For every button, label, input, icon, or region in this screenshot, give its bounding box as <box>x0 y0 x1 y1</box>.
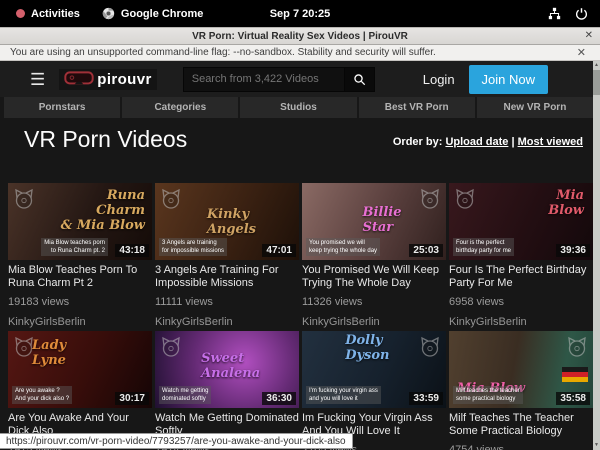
video-grid: Runa Charm & Mia Blow Mia Blow teaches p… <box>8 183 593 450</box>
video-card[interactable]: Billie Star You promised we will keep tr… <box>302 183 446 328</box>
duration-badge: 36:30 <box>262 392 296 405</box>
order-by-label: Order by: <box>393 136 443 148</box>
video-thumbnail[interactable]: Dolly Dyson I'm fucking your virgin ass … <box>302 331 446 408</box>
join-now-button[interactable]: Join Now <box>469 65 548 94</box>
thumbnail-caption: You promised we will keep trying the who… <box>306 238 380 256</box>
window-title: VR Porn: Virtual Reality Sex Videos | Pi… <box>192 31 408 42</box>
view-count: 11326 views <box>302 296 446 308</box>
hamburger-menu-icon[interactable]: ☰ <box>30 71 45 88</box>
thumbnail-caption: 3 Angels are training for impossible mis… <box>159 238 227 256</box>
video-thumbnail[interactable]: Sweet Analena Watch me getting dominated… <box>155 331 299 408</box>
thumbnail-caption: Watch me getting dominated softly <box>159 386 211 404</box>
infobar-close-icon[interactable]: ✕ <box>577 46 586 59</box>
channel-link[interactable]: KinkyGirlsBerlin <box>449 316 593 328</box>
channel-link[interactable]: KinkyGirlsBerlin <box>8 316 152 328</box>
duration-badge: 30:17 <box>115 392 149 405</box>
thumbnail-overlay-name: Kinky Angels <box>207 207 256 237</box>
site-logo[interactable]: pirouvr <box>59 69 156 90</box>
thumbnail-overlay-name: Sweet Analena <box>201 351 260 381</box>
view-count: 19183 views <box>8 296 152 308</box>
nav-item-new-vr-porn[interactable]: New VR Porn <box>477 97 593 118</box>
scrollbar-thumb[interactable] <box>593 70 600 95</box>
power-icon[interactable] <box>575 7 588 20</box>
search-button[interactable] <box>345 67 375 92</box>
channel-watermark-cat-icon <box>159 187 183 211</box>
video-title[interactable]: You Promised We Will Keep Trying The Who… <box>302 264 446 290</box>
main-nav: Pornstars Categories Studios Best VR Por… <box>4 97 593 118</box>
video-title[interactable]: Four Is The Perfect Birthday Party For M… <box>449 264 593 290</box>
video-thumbnail[interactable]: Mia Blow Four is the perfect birthday pa… <box>449 183 593 260</box>
thumbnail-overlay-name: Dolly Dyson <box>345 333 389 363</box>
thumbnail-overlay-name: Runa Charm & Mia Blow <box>61 188 145 233</box>
warning-message: You are using an unsupported command-lin… <box>10 47 436 58</box>
search-input[interactable] <box>183 67 345 92</box>
scroll-up-arrow-icon[interactable]: ▲ <box>593 61 600 70</box>
channel-watermark-cat-icon <box>159 335 183 359</box>
video-title[interactable]: 3 Angels Are Training For Impossible Mis… <box>155 264 299 290</box>
network-icon[interactable] <box>548 7 561 20</box>
page-title: VR Porn Videos <box>24 126 187 153</box>
thumbnail-overlay-name: Mia Blow <box>548 188 584 218</box>
duration-badge: 25:03 <box>409 244 443 257</box>
thumbnail-caption: Milf teaches the teacher some practical … <box>453 386 523 404</box>
view-count: 4754 views <box>449 444 593 450</box>
video-title[interactable]: Milf Teaches The Teacher Some Practical … <box>449 412 593 438</box>
clock-button[interactable]: Sep 7 20:25 <box>0 8 600 20</box>
site-logo-text: pirouvr <box>97 71 151 88</box>
view-count: 6958 views <box>449 296 593 308</box>
system-top-bar: Activities Google Chrome Sep 7 20:25 <box>0 0 600 27</box>
video-title[interactable]: Mia Blow Teaches Porn To Runa Charm Pt 2 <box>8 264 152 290</box>
thumbnail-caption: Are you awake ? And your dick also ? <box>12 386 72 404</box>
duration-badge: 35:58 <box>556 392 590 405</box>
channel-watermark-cat-icon <box>453 187 477 211</box>
thumbnail-overlay-name: Billie Star <box>362 205 401 235</box>
video-thumbnail[interactable]: Billie Star You promised we will keep tr… <box>302 183 446 260</box>
channel-watermark-cat-icon <box>418 335 442 359</box>
video-card[interactable]: Kinky Angels 3 Angels are training for i… <box>155 183 299 328</box>
thumbnail-overlay-name: Lady Lyne <box>32 338 66 368</box>
nav-item-categories[interactable]: Categories <box>122 97 238 118</box>
thumbnail-caption: Four is the perfect birthday party for m… <box>453 238 514 256</box>
login-link[interactable]: Login <box>423 72 455 87</box>
nav-item-studios[interactable]: Studios <box>240 97 356 118</box>
video-card[interactable]: Mia Blow Milf teaches the teacher some p… <box>449 331 593 450</box>
order-by-upload-date-link[interactable]: Upload date <box>445 136 508 148</box>
thumbnail-caption: Mia Blow teaches porn to Runa Charm pt. … <box>41 238 108 256</box>
view-count: 11111 views <box>155 296 299 308</box>
site-header: ☰ pirouvr Login Join Now <box>0 61 593 97</box>
window-close-button[interactable]: ✕ <box>585 30 593 41</box>
channel-watermark-cat-icon <box>418 187 442 211</box>
video-thumbnail[interactable]: Kinky Angels 3 Angels are training for i… <box>155 183 299 260</box>
video-card[interactable]: Runa Charm & Mia Blow Mia Blow teaches p… <box>8 183 152 328</box>
video-thumbnail[interactable]: Mia Blow Milf teaches the teacher some p… <box>449 331 593 408</box>
chrome-warning-infobar: You are using an unsupported command-lin… <box>0 45 600 61</box>
vr-goggles-icon <box>64 71 94 87</box>
thumbnail-caption: I'm fucking your virgin ass and you will… <box>306 386 381 404</box>
video-thumbnail[interactable]: Lady Lyne Are you awake ? And your dick … <box>8 331 152 408</box>
duration-badge: 39:36 <box>556 244 590 257</box>
nav-item-best-vr-porn[interactable]: Best VR Porn <box>359 97 475 118</box>
duration-badge: 43:18 <box>115 244 149 257</box>
page-scrollbar[interactable]: ▲ ▼ <box>593 61 600 450</box>
video-card[interactable]: Mia Blow Four is the perfect birthday pa… <box>449 183 593 328</box>
order-by-most-viewed-link[interactable]: Most viewed <box>518 136 583 148</box>
scroll-down-arrow-icon[interactable]: ▼ <box>593 441 600 450</box>
order-by-controls: Order by: Upload date | Most viewed <box>393 136 583 148</box>
channel-watermark-cat-icon <box>565 335 589 359</box>
order-by-separator: | <box>511 136 514 148</box>
german-flag-icon <box>562 367 588 382</box>
channel-link[interactable]: KinkyGirlsBerlin <box>302 316 446 328</box>
search-icon <box>353 73 366 86</box>
channel-watermark-cat-icon <box>12 187 36 211</box>
video-thumbnail[interactable]: Runa Charm & Mia Blow Mia Blow teaches p… <box>8 183 152 260</box>
duration-badge: 33:59 <box>409 392 443 405</box>
duration-badge: 47:01 <box>262 244 296 257</box>
window-title-bar: VR Porn: Virtual Reality Sex Videos | Pi… <box>0 27 600 45</box>
channel-link[interactable]: KinkyGirlsBerlin <box>155 316 299 328</box>
status-bar-url-tooltip: https://pirouvr.com/vr-porn-video/779325… <box>0 433 353 449</box>
browser-viewport: ☰ pirouvr Login Join Now Pornstars Categ… <box>0 61 600 450</box>
nav-item-pornstars[interactable]: Pornstars <box>4 97 120 118</box>
